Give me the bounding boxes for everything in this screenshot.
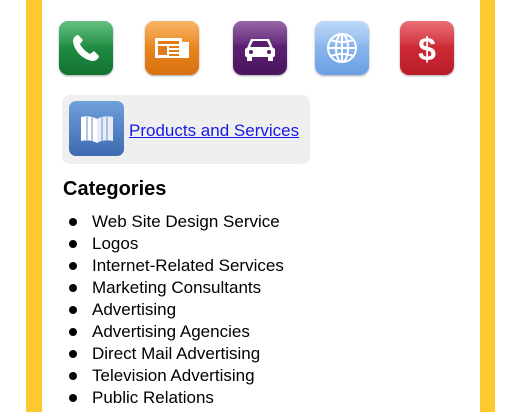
- phone-icon[interactable]: [59, 21, 113, 75]
- bullet-icon: [69, 240, 77, 248]
- categories-list: Web Site Design Service Logos Internet-R…: [64, 211, 284, 409]
- bullet-icon: [69, 350, 77, 358]
- category-item[interactable]: Web Site Design Service: [64, 211, 284, 233]
- right-side-bar: [480, 0, 495, 412]
- products-card: Products and Services: [62, 95, 310, 164]
- categories-heading: Categories: [63, 178, 167, 200]
- bullet-icon: [69, 218, 77, 226]
- dollar-icon[interactable]: $: [400, 21, 454, 75]
- book-icon[interactable]: [69, 101, 124, 156]
- category-label: Logos: [92, 234, 139, 253]
- svg-text:$: $: [418, 31, 436, 67]
- category-label: Public Relations: [92, 388, 214, 407]
- category-item[interactable]: Marketing Consultants: [64, 277, 284, 299]
- category-label: Marketing Consultants: [92, 278, 262, 297]
- category-label: Web Site Design Service: [92, 212, 280, 231]
- category-item[interactable]: Advertising Agencies: [64, 321, 284, 343]
- products-and-services-link[interactable]: Products and Services: [129, 121, 299, 141]
- category-item[interactable]: Public Relations: [64, 387, 284, 409]
- car-icon[interactable]: [233, 21, 287, 75]
- bullet-icon: [69, 372, 77, 380]
- bullet-icon: [69, 394, 77, 402]
- category-label: Direct Mail Advertising: [92, 344, 261, 363]
- bullet-icon: [69, 306, 77, 314]
- category-label: Advertising: [92, 300, 177, 319]
- category-label: Television Advertising: [92, 366, 255, 385]
- category-label: Internet-Related Services: [92, 256, 284, 275]
- newspaper-icon[interactable]: [145, 21, 199, 75]
- category-item[interactable]: Internet-Related Services: [64, 255, 284, 277]
- category-item[interactable]: Direct Mail Advertising: [64, 343, 284, 365]
- category-item[interactable]: Logos: [64, 233, 284, 255]
- bullet-icon: [69, 262, 77, 270]
- category-label: Advertising Agencies: [92, 322, 250, 341]
- left-side-bar: [26, 0, 42, 412]
- globe-icon[interactable]: [315, 21, 369, 75]
- bullet-icon: [69, 284, 77, 292]
- category-item[interactable]: Advertising: [64, 299, 284, 321]
- bullet-icon: [69, 328, 77, 336]
- category-item[interactable]: Television Advertising: [64, 365, 284, 387]
